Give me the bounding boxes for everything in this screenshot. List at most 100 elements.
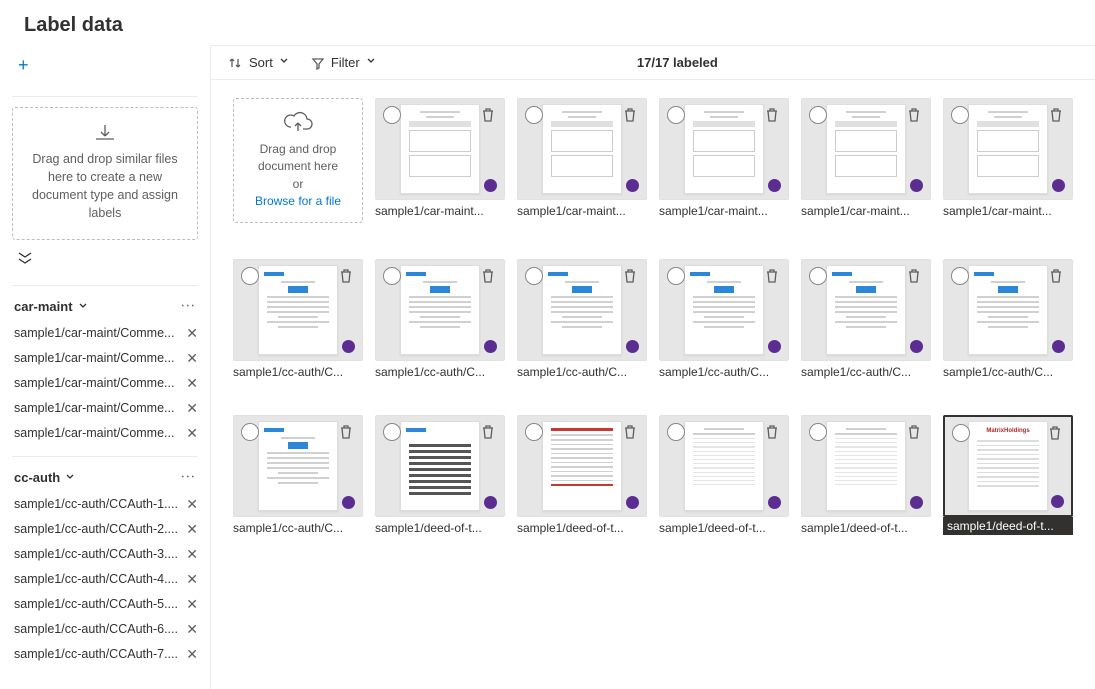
delete-button[interactable] [905,423,923,441]
document-tile[interactable]: sample1/car-maint... [375,98,505,223]
document-tile[interactable]: sample1/cc-auth/C... [517,259,647,379]
remove-file-button[interactable]: ✕ [186,571,198,588]
filter-button[interactable]: Filter [311,55,380,70]
trash-icon [337,423,355,441]
delete-button[interactable] [1047,267,1065,285]
file-row[interactable]: sample1/car-maint/Comme... ✕ [12,396,198,421]
delete-button[interactable] [337,267,355,285]
trash-icon [1046,424,1064,442]
remove-file-button[interactable]: ✕ [186,375,198,392]
file-row[interactable]: sample1/cc-auth/CCAuth-3.... ✕ [12,542,198,567]
remove-file-button[interactable]: ✕ [186,521,198,538]
sidebar: + Drag and drop similar files here to cr… [0,45,211,689]
select-checkbox[interactable] [667,423,685,441]
file-row[interactable]: sample1/cc-auth/CCAuth-5.... ✕ [12,592,198,617]
remove-file-button[interactable]: ✕ [186,325,198,342]
select-checkbox[interactable] [383,267,401,285]
delete-button[interactable] [479,423,497,441]
remove-file-button[interactable]: ✕ [186,546,198,563]
delete-button[interactable] [763,106,781,124]
select-checkbox[interactable] [951,267,969,285]
remove-file-button[interactable]: ✕ [186,596,198,613]
select-checkbox[interactable] [383,106,401,124]
trash-icon [1047,267,1065,285]
file-row[interactable]: sample1/car-maint/Comme... ✕ [12,321,198,346]
trash-icon [621,267,639,285]
upload-dropzone[interactable]: Drag and drop document here or Browse fo… [233,98,363,223]
remove-file-button[interactable]: ✕ [186,496,198,513]
document-tile[interactable]: sample1/deed-of-t... [801,415,931,535]
group-header[interactable]: cc-auth [14,470,76,485]
select-checkbox[interactable] [383,423,401,441]
delete-button[interactable] [905,267,923,285]
select-checkbox[interactable] [525,106,543,124]
select-checkbox[interactable] [951,106,969,124]
delete-button[interactable] [621,267,639,285]
file-row[interactable]: sample1/car-maint/Comme... ✕ [12,371,198,396]
sidebar-dropzone[interactable]: Drag and drop similar files here to crea… [12,107,198,240]
file-row[interactable]: sample1/car-maint/Comme... ✕ [12,421,198,446]
tile-label: sample1/cc-auth/C... [801,361,931,379]
file-row[interactable]: sample1/cc-auth/CCAuth-4.... ✕ [12,567,198,592]
more-button[interactable]: ⋮ [180,298,197,314]
remove-file-button[interactable]: ✕ [186,621,198,638]
select-checkbox[interactable] [525,267,543,285]
file-name: sample1/cc-auth/CCAuth-5.... [14,597,178,611]
tile-label: sample1/car-maint... [801,200,931,218]
remove-file-button[interactable]: ✕ [186,425,198,442]
select-checkbox[interactable] [952,424,970,442]
group-header[interactable]: car-maint [14,299,89,314]
select-checkbox[interactable] [241,423,259,441]
delete-button[interactable] [905,106,923,124]
select-checkbox[interactable] [809,267,827,285]
document-tile[interactable]: sample1/deed-of-t... [659,415,789,535]
browse-file-link[interactable]: Browse for a file [242,193,354,210]
document-tile[interactable]: sample1/car-maint... [517,98,647,223]
document-tile[interactable]: sample1/cc-auth/C... [233,415,363,535]
file-row[interactable]: sample1/cc-auth/CCAuth-7.... ✕ [12,642,198,667]
delete-button[interactable] [763,423,781,441]
document-tile[interactable]: sample1/deed-of-t... [517,415,647,535]
more-button[interactable]: ⋮ [180,469,197,485]
select-checkbox[interactable] [809,106,827,124]
status-dot [342,340,355,353]
delete-button[interactable] [337,423,355,441]
document-tile[interactable]: sample1/cc-auth/C... [943,259,1073,379]
file-row[interactable]: sample1/cc-auth/CCAuth-6.... ✕ [12,617,198,642]
delete-button[interactable] [479,106,497,124]
file-row[interactable]: sample1/cc-auth/CCAuth-1.... ✕ [12,492,198,517]
select-checkbox[interactable] [667,106,685,124]
remove-file-button[interactable]: ✕ [186,400,198,417]
tile-label: sample1/cc-auth/C... [517,361,647,379]
document-tile[interactable]: sample1/car-maint... [801,98,931,223]
document-tile[interactable]: sample1/cc-auth/C... [233,259,363,379]
document-tile[interactable]: sample1/cc-auth/C... [375,259,505,379]
sort-button[interactable]: Sort [229,55,293,70]
delete-button[interactable] [1047,106,1065,124]
document-tile[interactable]: sample1/car-maint... [659,98,789,223]
tile-label: sample1/deed-of-t... [375,517,505,535]
file-row[interactable]: sample1/cc-auth/CCAuth-2.... ✕ [12,517,198,542]
select-checkbox[interactable] [241,267,259,285]
document-tile[interactable]: sample1/cc-auth/C... [659,259,789,379]
select-checkbox[interactable] [667,267,685,285]
remove-file-button[interactable]: ✕ [186,646,198,663]
document-tile[interactable]: sample1/deed-of-t... [375,415,505,535]
document-tile[interactable]: sample1/cc-auth/C... [801,259,931,379]
delete-button[interactable] [621,106,639,124]
delete-button[interactable] [621,423,639,441]
document-tile[interactable]: MatrixHoldingssample1/deed-of-t... [943,415,1073,535]
select-checkbox[interactable] [525,423,543,441]
delete-button[interactable] [763,267,781,285]
chevron-down-icon [64,471,76,483]
document-tile[interactable]: sample1/car-maint... [943,98,1073,223]
file-row[interactable]: sample1/car-maint/Comme... ✕ [12,346,198,371]
trash-icon [621,423,639,441]
delete-button[interactable] [1046,424,1064,442]
delete-button[interactable] [479,267,497,285]
chevron-double-down-icon[interactable] [16,250,34,266]
remove-file-button[interactable]: ✕ [186,350,198,367]
status-dot [626,340,639,353]
add-button[interactable]: + [18,55,29,75]
select-checkbox[interactable] [809,423,827,441]
